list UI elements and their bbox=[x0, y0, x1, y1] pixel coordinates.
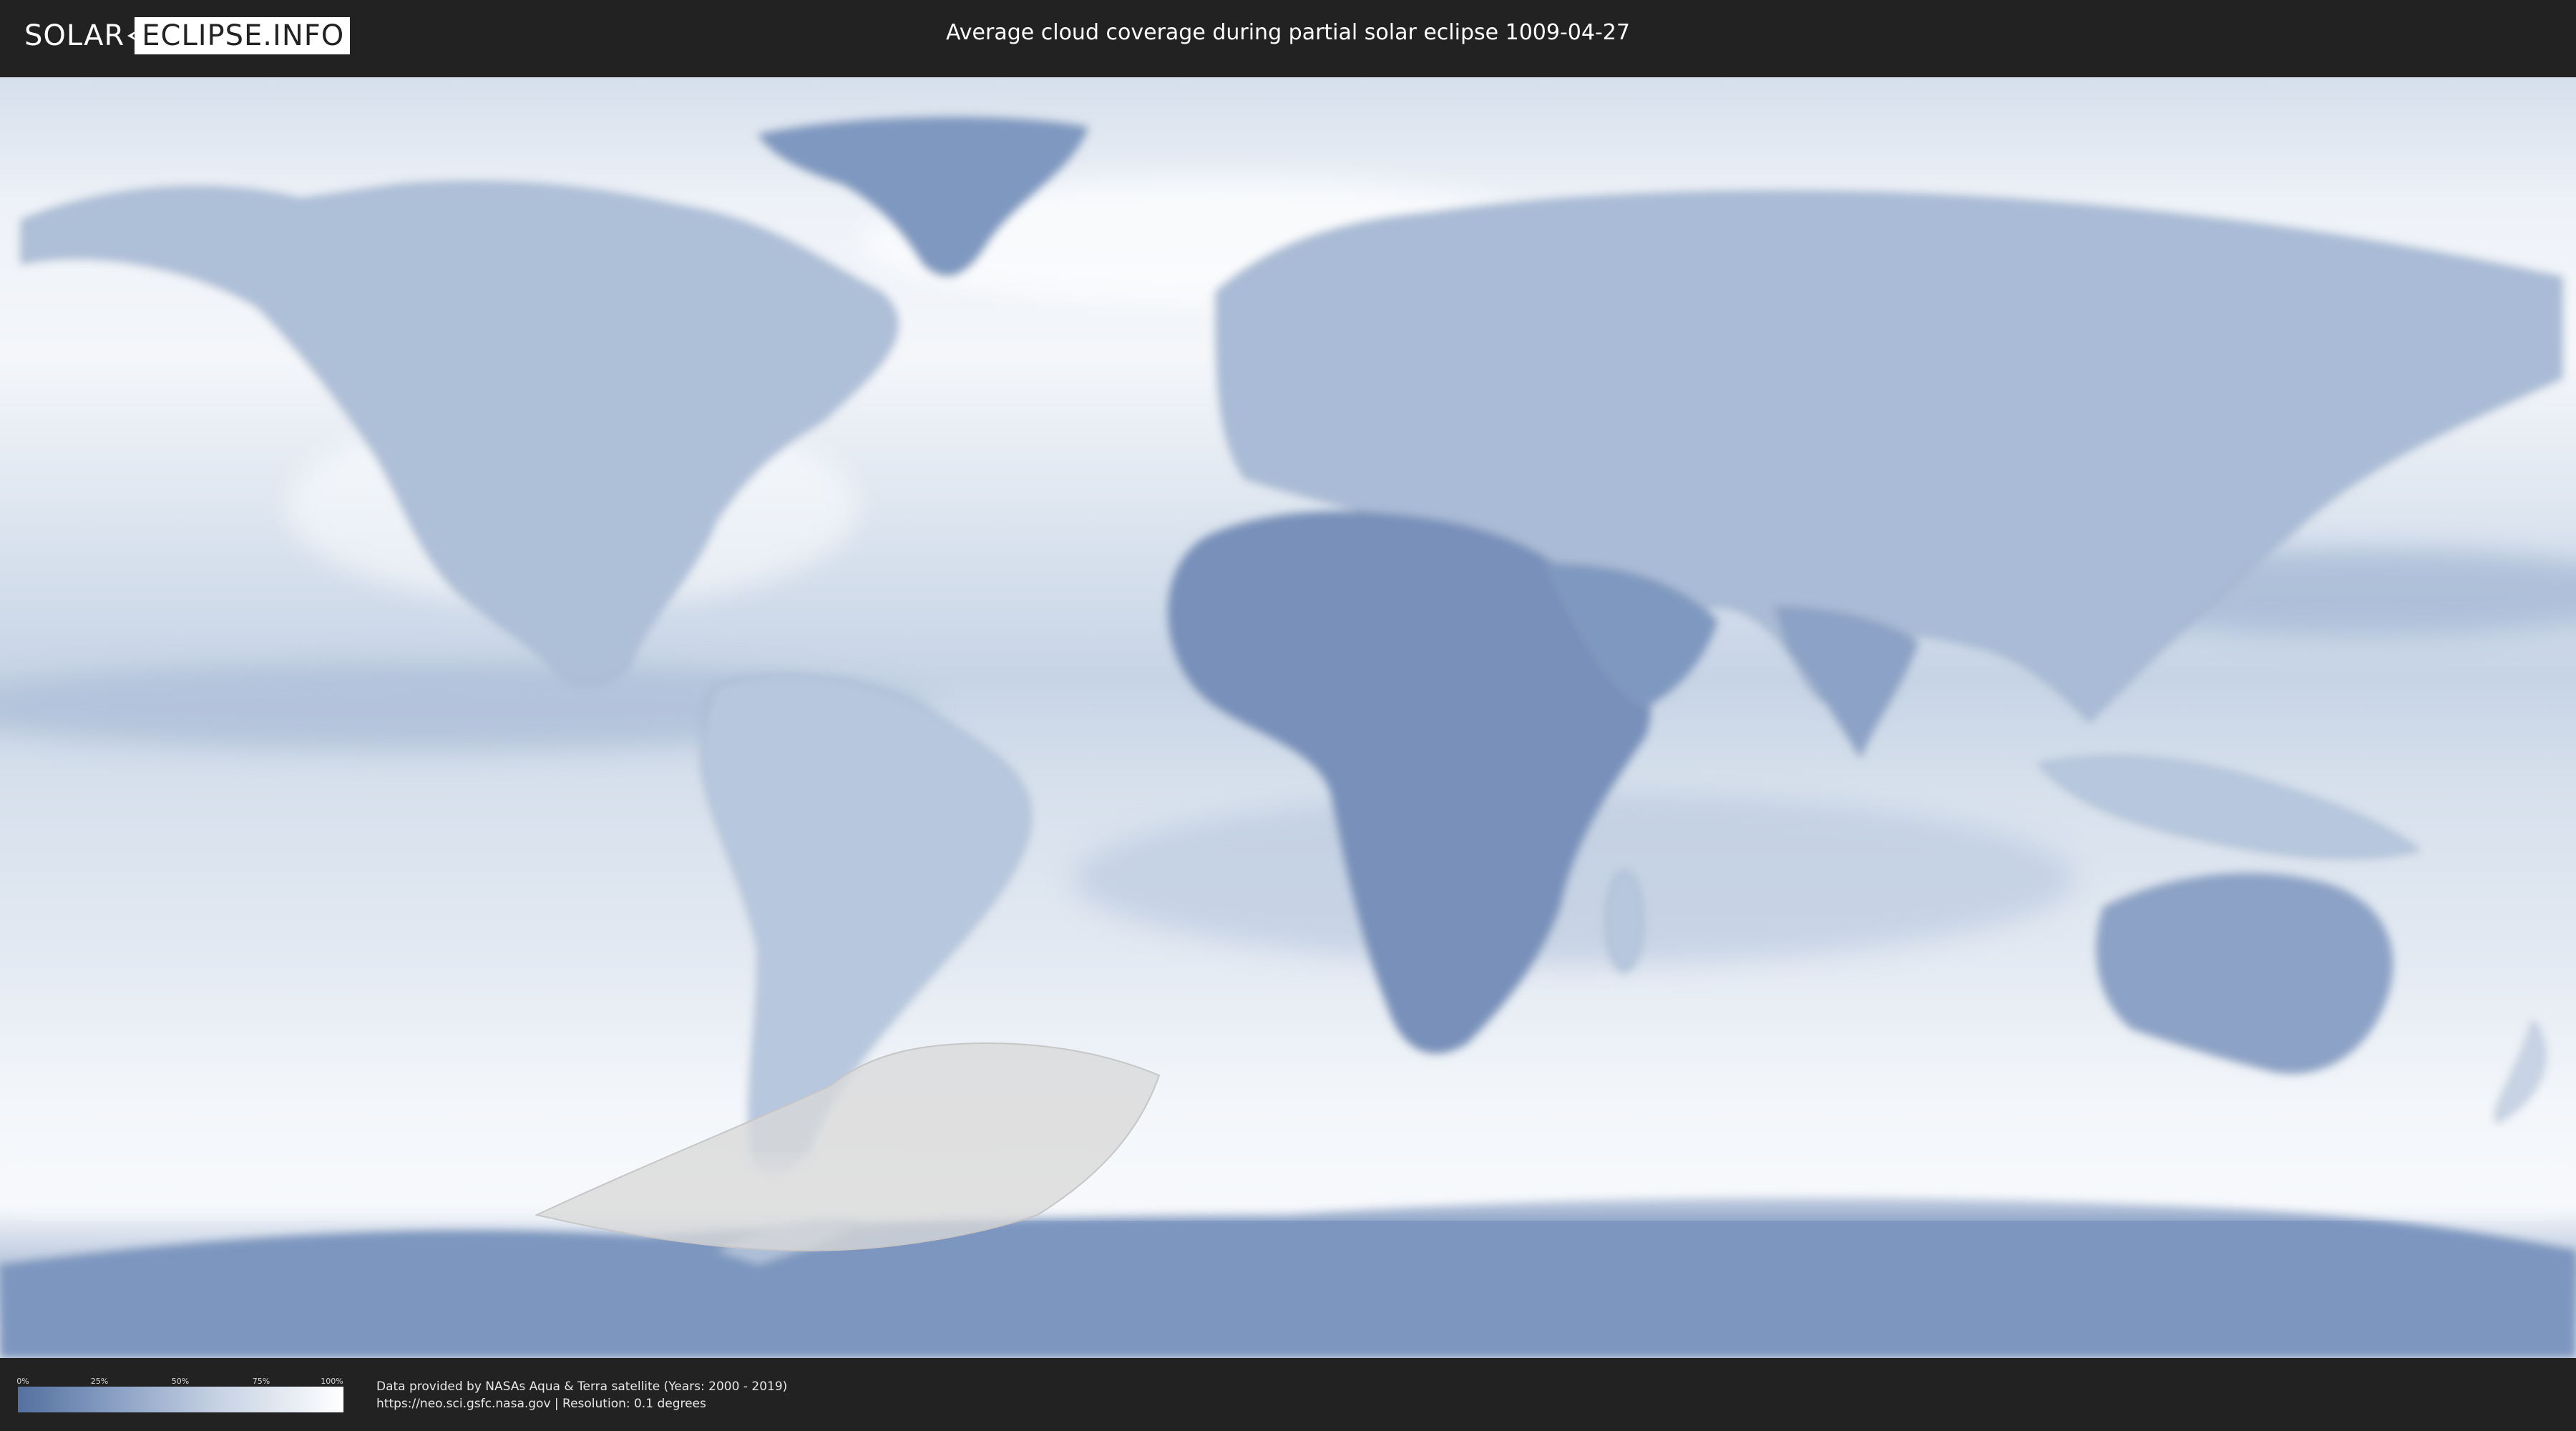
cloud-coverage-legend-scale bbox=[18, 1387, 343, 1412]
header-bar: SOLAR ECLIPSE.INFO Average cloud coverag… bbox=[0, 0, 2576, 72]
credits-line-url[interactable]: https://neo.sci.gsfc.nasa.gov | Resoluti… bbox=[376, 1395, 787, 1412]
cloud-coverage-map[interactable] bbox=[0, 77, 2576, 1358]
legend-tick-0: 0% bbox=[16, 1377, 29, 1386]
southern-ocean-clouds bbox=[0, 1158, 2576, 1215]
eclipse-spark-icon bbox=[127, 30, 138, 41]
legend-tick-75: 75% bbox=[252, 1377, 270, 1386]
madagascar bbox=[1606, 871, 1643, 972]
legend-tick-25: 25% bbox=[90, 1377, 109, 1386]
data-credits: Data provided by NASAs Aqua & Terra sate… bbox=[376, 1378, 787, 1412]
world-map-svg bbox=[0, 77, 2576, 1358]
legend-tick-100: 100% bbox=[321, 1377, 343, 1386]
credits-line-source: Data provided by NASAs Aqua & Terra sate… bbox=[376, 1379, 788, 1394]
page-title: Average cloud coverage during partial so… bbox=[946, 20, 1630, 45]
legend-tick-50: 50% bbox=[171, 1377, 190, 1386]
